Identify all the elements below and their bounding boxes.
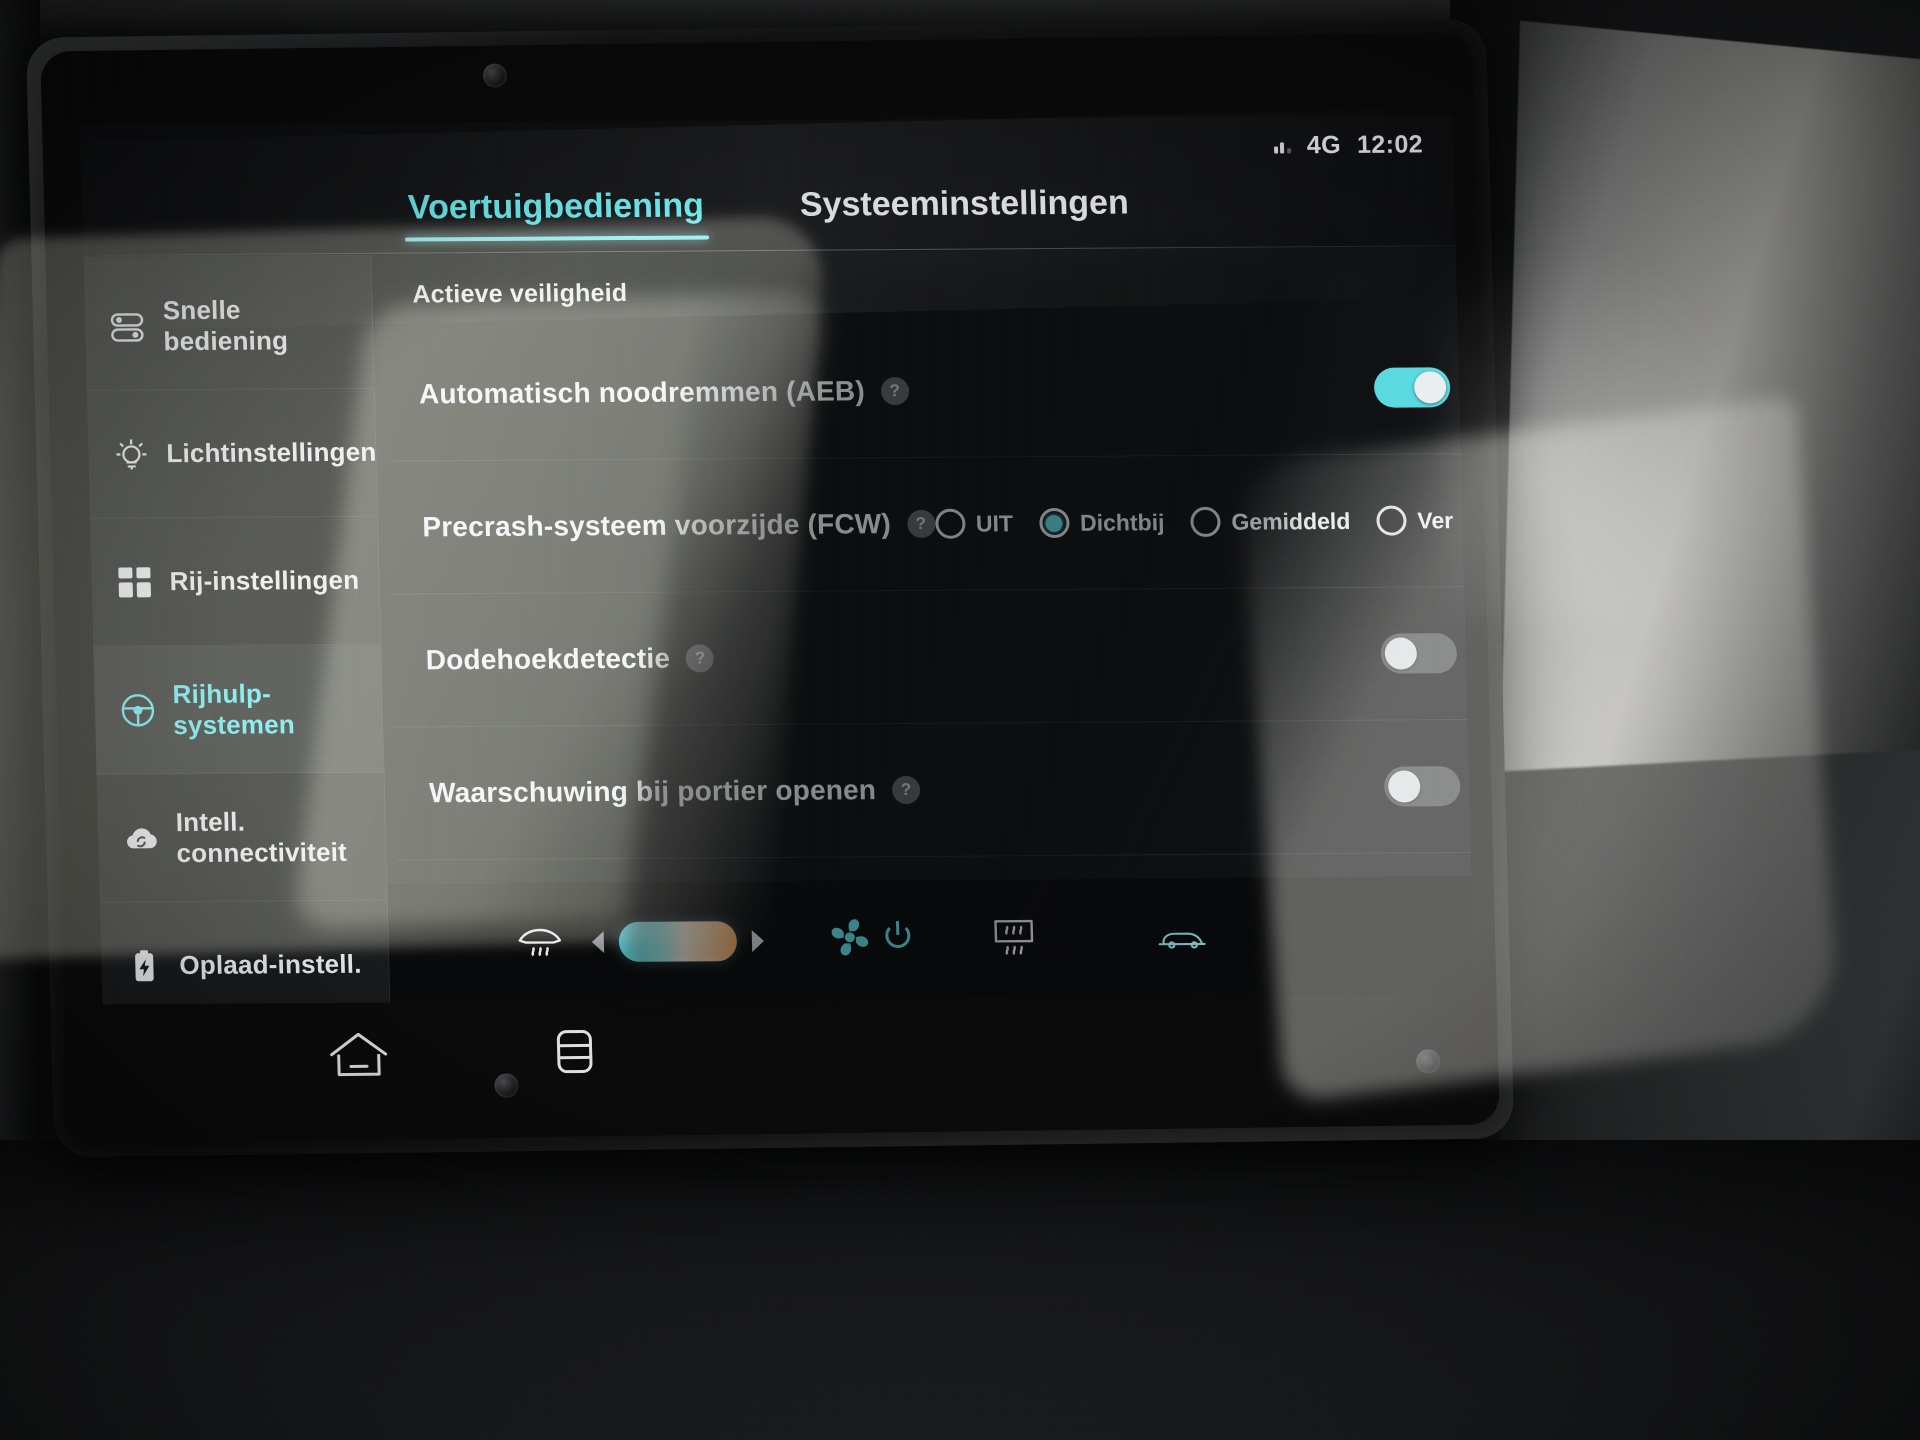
help-icon[interactable]: ? — [906, 509, 936, 538]
sidebar-item-oplaad-instell[interactable]: Oplaad-instell. — [99, 900, 391, 1005]
row-control — [1383, 766, 1461, 807]
tab-voertuigbediening[interactable]: Voertuigbediening — [399, 182, 712, 243]
front-windscreen-defrost-icon[interactable] — [974, 903, 1054, 974]
network-type-label: 4G — [1306, 130, 1342, 159]
infotainment-display: 4G 12:02 Voertuigbediening Systeeminstel… — [40, 32, 1500, 1144]
row-control — [1373, 366, 1451, 408]
tab-label: Systeeminstellingen — [799, 183, 1130, 224]
screen-ui: 4G 12:02 Voertuigbediening Systeeminstel… — [80, 115, 1475, 1005]
cloud-sync-icon — [120, 817, 163, 859]
row-label: Automatisch noodremmen (AEB) — [418, 374, 866, 409]
radio-label: UIT — [975, 509, 1014, 537]
toggle-automatisch-noodremmen[interactable] — [1373, 366, 1451, 408]
radio-label: Gemiddeld — [1231, 507, 1351, 535]
row-label-wrap: Dodehoekdetectie ? — [425, 642, 715, 676]
toggle-waarschuwing-portier-openen[interactable] — [1383, 766, 1461, 807]
toggle-knob — [1413, 370, 1447, 403]
signal-bars-icon — [1273, 137, 1292, 154]
lightbulb-icon — [110, 433, 153, 475]
photo-scene: 4G 12:02 Voertuigbediening Systeeminstel… — [0, 0, 1920, 1440]
row-label-wrap: Automatisch noodremmen (AEB) ? — [419, 375, 910, 410]
row-label-wrap: Waarschuwing bij portier openen ? — [429, 774, 921, 809]
home-icon[interactable] — [325, 1025, 393, 1087]
toggle-knob — [1387, 770, 1421, 803]
row-label: Precrash-systeem voorzijde (FCW) — [421, 508, 892, 543]
rear-window-defrost-icon[interactable] — [500, 907, 580, 978]
radio-dot — [1375, 505, 1407, 536]
row-control: UIT Dichtbij Gemiddeld Ver — [934, 505, 1454, 539]
power-icon[interactable] — [880, 917, 915, 962]
climate-left-zone — [500, 902, 1222, 977]
bottom-nav-bar — [104, 987, 1447, 1115]
sliders-icon — [107, 305, 150, 347]
car-front-icon[interactable] — [541, 1023, 609, 1085]
climate-bar — [387, 874, 1475, 1003]
sidebar-item-label: Intell. connectiviteit — [175, 806, 348, 868]
sidebar-item-label: Rij-instellingen — [169, 564, 360, 597]
radio-label: Ver — [1416, 506, 1454, 533]
clock-label: 12:02 — [1356, 129, 1424, 159]
tab-systeeminstellingen[interactable]: Systeeminstellingen — [791, 179, 1137, 240]
grid-squares-icon — [113, 561, 156, 603]
help-icon[interactable]: ? — [880, 376, 910, 405]
toggle-dodehoekdetectie[interactable] — [1379, 633, 1458, 674]
camera-sensor-dot — [482, 63, 508, 88]
battery-charging-icon — [123, 945, 166, 987]
radio-label: Dichtbij — [1079, 508, 1165, 536]
radio-option-gemiddeld[interactable]: Gemiddeld — [1190, 506, 1351, 538]
sidebar-item-rijhulpsystemen[interactable]: Rijhulp-systemen — [93, 644, 384, 775]
fan-icon[interactable] — [822, 911, 877, 968]
steering-wheel-icon — [116, 689, 159, 731]
settings-sidebar: Snelle bediening Lichtinstellingen Rij-i… — [83, 254, 391, 1005]
toggle-knob — [1384, 637, 1417, 670]
door-trim-panel — [1500, 20, 1920, 820]
radio-option-uit[interactable]: UIT — [934, 508, 1014, 539]
row-dodehoekdetectie[interactable]: Dodehoekdetectie ? — [390, 585, 1475, 727]
car-rear-icon[interactable] — [1142, 902, 1222, 973]
radio-dot — [934, 508, 966, 539]
fan-control[interactable] — [822, 911, 915, 969]
sidebar-item-label: Oplaad-instell. — [178, 948, 362, 981]
sidebar-item-label: Snelle bediening — [162, 294, 289, 356]
radio-dot — [1038, 507, 1070, 539]
row-precrash-systeem-voorzijde[interactable]: Precrash-systeem voorzijde (FCW) ? UIT D… — [386, 452, 1475, 594]
sidebar-item-intell-connectiviteit[interactable]: Intell. connectiviteit — [96, 772, 387, 903]
temperature-gradient-slider[interactable] — [618, 920, 738, 962]
help-icon[interactable]: ? — [685, 644, 715, 673]
infotainment-bezel: 4G 12:02 Voertuigbediening Systeeminstel… — [25, 18, 1515, 1158]
row-waarschuwing-portier-openen[interactable]: Waarschuwing bij portier openen ? — [393, 718, 1475, 860]
dashboard-bottom-trim — [0, 1140, 1920, 1440]
radio-group-fcw-distance: UIT Dichtbij Gemiddeld Ver — [934, 505, 1454, 539]
sidebar-item-label: Lichtinstellingen — [166, 436, 377, 469]
radio-dot — [1190, 506, 1221, 538]
sidebar-item-snelle-bediening[interactable]: Snelle bediening — [83, 260, 374, 391]
sidebar-item-rij-instellingen[interactable]: Rij-instellingen — [90, 516, 381, 647]
tab-bar: Voertuigbediening Systeeminstellingen — [81, 167, 1455, 255]
temperature-increase-button[interactable] — [737, 926, 778, 954]
row-automatisch-noodremmen[interactable]: Automatisch noodremmen (AEB) ? — [383, 320, 1474, 461]
section-title: Actieve veiligheid — [412, 278, 628, 309]
help-icon[interactable]: ? — [891, 775, 921, 805]
row-label: Dodehoekdetectie — [425, 642, 671, 676]
radio-option-dichtbij[interactable]: Dichtbij — [1038, 507, 1165, 539]
settings-content: Actieve veiligheid Automatisch noodremme… — [371, 247, 1475, 1003]
radio-option-ver[interactable]: Ver — [1375, 505, 1454, 536]
row-control — [1379, 633, 1458, 674]
temperature-decrease-button[interactable] — [579, 927, 620, 955]
tab-label: Voertuigbediening — [407, 185, 705, 227]
sidebar-item-lichtinstellingen[interactable]: Lichtinstellingen — [86, 388, 378, 519]
sidebar-item-label: Rijhulp-systemen — [172, 678, 296, 740]
row-label-wrap: Precrash-systeem voorzijde (FCW) ? — [421, 508, 936, 544]
row-label: Waarschuwing bij portier openen — [428, 774, 877, 809]
